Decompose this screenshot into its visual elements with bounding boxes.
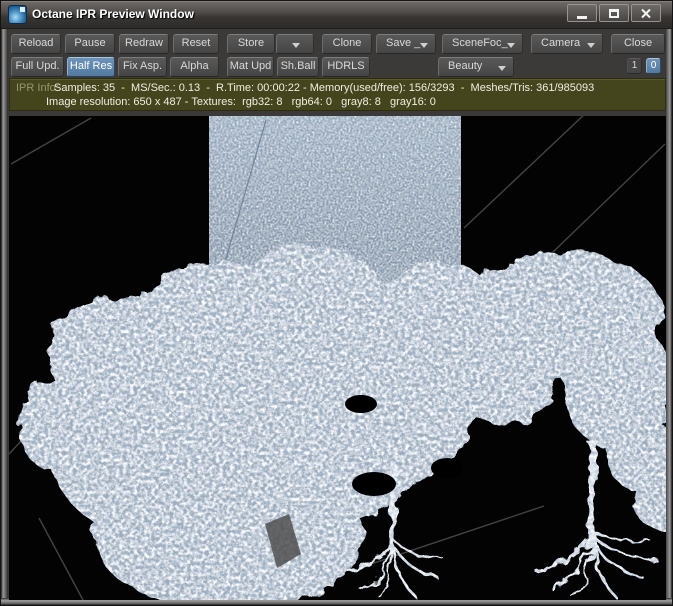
window-controls — [567, 4, 661, 22]
minimize-icon — [577, 16, 587, 19]
store-button[interactable]: Store — [227, 34, 275, 54]
chevron-down-icon — [507, 43, 515, 48]
chevron-down-icon — [587, 43, 595, 48]
reload-button[interactable]: Reload — [11, 34, 61, 54]
window-border-left — [1, 27, 8, 605]
fix-aspect-button[interactable]: Fix Asp. — [118, 57, 167, 77]
hdrls-button[interactable]: HDRLS — [322, 57, 370, 77]
buffer-0-button[interactable]: 0 — [646, 58, 661, 74]
pause-button[interactable]: Pause — [65, 34, 115, 54]
titlebar[interactable]: Octane IPR Preview Window — [1, 1, 672, 29]
camera-dropdown[interactable]: Camera — [531, 34, 603, 54]
mat-update-button[interactable]: Mat Upd — [227, 57, 274, 77]
chevron-down-icon — [292, 43, 300, 48]
minimize-button[interactable] — [567, 4, 597, 22]
close-window-button[interactable] — [631, 4, 661, 22]
scene-focus-dropdown[interactable]: SceneFoc_ — [442, 34, 523, 54]
close-button[interactable]: Close — [611, 34, 665, 54]
maximize-button[interactable] — [599, 4, 629, 22]
save-dropdown[interactable]: Save _ — [376, 34, 436, 54]
shader-ball-button[interactable]: Sh.Ball — [277, 57, 319, 77]
window-border-right — [665, 27, 672, 605]
maximize-icon — [609, 8, 619, 18]
ipr-stats-line2: Image resolution: 650 x 487 - Textures: … — [46, 96, 436, 108]
octane-app-icon — [8, 5, 27, 24]
octane-ipr-window: Octane IPR Preview Window Reload Pause R… — [0, 0, 673, 606]
store-dropdown-button[interactable] — [276, 34, 314, 54]
ipr-stats-line1: Samples: 35 - MS/Sec.: 0.13 - R.Time: 00… — [54, 82, 595, 94]
chevron-down-icon — [420, 43, 428, 48]
toolbar-row-1: Reload Pause Redraw Reset Store Clone Sa… — [1, 34, 672, 54]
ipr-info-bar: IPR Info: Samples: 35 - MS/Sec.: 0.13 - … — [9, 78, 666, 111]
redraw-button[interactable]: Redraw — [119, 34, 169, 54]
ipr-info-label: IPR Info: — [16, 82, 59, 94]
render-pass-dropdown[interactable]: Beauty — [438, 57, 514, 77]
buffer-1-button[interactable]: 1 — [627, 58, 642, 74]
render-viewport[interactable] — [9, 116, 666, 600]
window-title: Octane IPR Preview Window — [32, 7, 194, 21]
full-update-button[interactable]: Full Upd. — [11, 57, 64, 77]
render-image — [9, 116, 666, 600]
half-res-toggle[interactable]: Half Res — [67, 57, 115, 77]
toolbar-row-2: Full Upd. Half Res Fix Asp. Alpha Mat Up… — [1, 57, 672, 77]
close-icon — [641, 8, 651, 18]
clone-button[interactable]: Clone — [322, 34, 372, 54]
alpha-toggle[interactable]: Alpha — [170, 57, 219, 77]
reset-button[interactable]: Reset — [173, 34, 219, 54]
chevron-down-icon — [498, 66, 506, 71]
